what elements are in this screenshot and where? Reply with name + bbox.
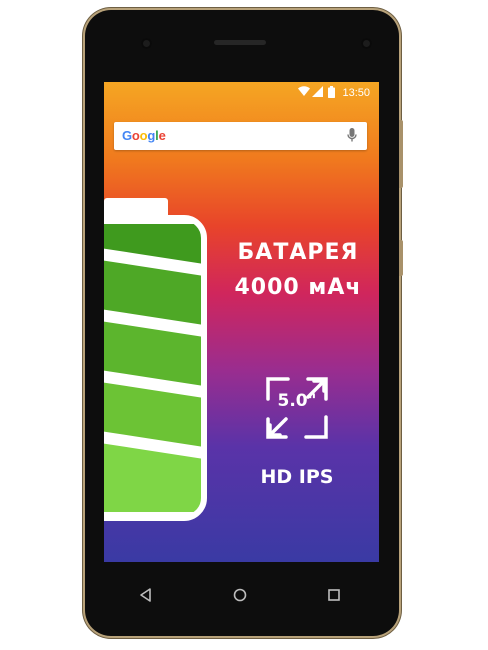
home-screen: 13:50 Google БАТАРЕЯ 4000 мАч 5.0" HD IP…	[104, 82, 379, 562]
status-bar: 13:50	[104, 82, 379, 104]
volume-button	[399, 120, 403, 188]
navigation-bar	[85, 578, 399, 612]
battery-graphic	[104, 198, 207, 521]
microphone-icon[interactable]	[347, 128, 357, 143]
battery-capacity: 4000 мАч	[234, 275, 362, 300]
google-search-bar[interactable]: Google	[114, 122, 367, 150]
google-logo-letter: o	[131, 128, 140, 143]
front-camera	[141, 38, 152, 49]
battery-status-icon	[328, 86, 335, 98]
google-logo-letter: e	[158, 128, 166, 143]
battery-title: БАТАРЕЯ	[237, 240, 359, 265]
back-triangle-icon[interactable]	[137, 586, 155, 604]
recents-square-icon[interactable]	[325, 586, 343, 604]
status-time: 13:50	[342, 87, 370, 99]
power-button	[399, 240, 403, 276]
earpiece-speaker	[214, 40, 266, 45]
battery-cells	[104, 218, 204, 518]
screen-size-label: 5.0"	[277, 391, 317, 411]
display-type-label: HD IPS	[260, 466, 334, 488]
google-logo-letter: G	[122, 128, 132, 143]
google-logo-letter: g	[147, 128, 156, 143]
google-logo: Google	[122, 128, 166, 143]
proximity-sensor	[361, 38, 372, 49]
wifi-icon	[298, 86, 310, 96]
signal-icon	[312, 86, 323, 97]
home-circle-icon[interactable]	[231, 586, 249, 604]
phone-device: 13:50 Google БАТАРЕЯ 4000 мАч 5.0" HD IP…	[85, 10, 403, 636]
